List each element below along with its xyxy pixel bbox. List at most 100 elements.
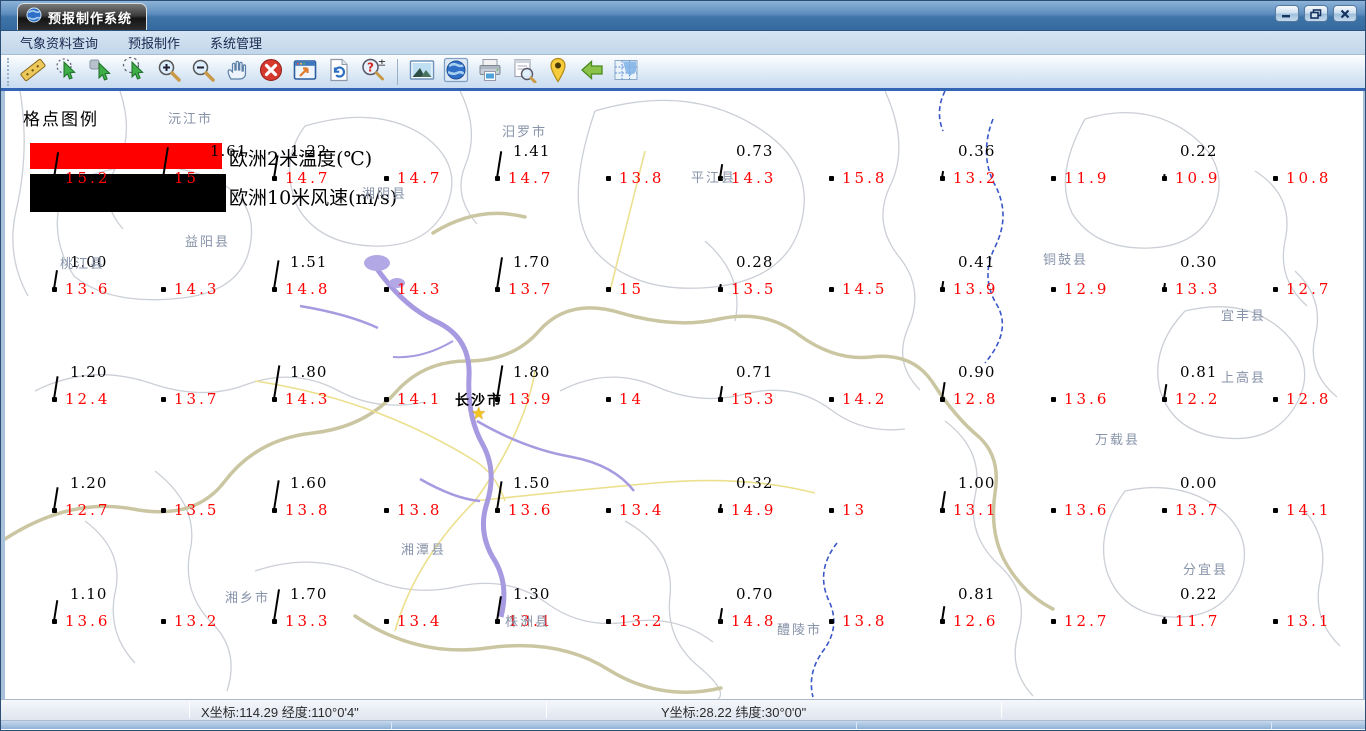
- point-temperature-value: 10.9: [1175, 169, 1221, 187]
- point-wind-value: 1.10: [70, 585, 108, 603]
- point-temperature-value: 12.7: [65, 501, 111, 519]
- toolbar-refresh-page-button[interactable]: [323, 56, 355, 88]
- app-title: 预报制作系统: [48, 10, 133, 26]
- edge-tick: [391, 722, 392, 729]
- point-temperature-value: 13.4: [619, 501, 665, 519]
- point-temperature-value: 11.9: [1064, 169, 1110, 187]
- point-temperature-value: 12.7: [1286, 280, 1332, 298]
- measure-ruler-icon: [20, 57, 46, 86]
- minimize-button[interactable]: [1275, 5, 1299, 22]
- toolbar-locate-pin-button[interactable]: [542, 56, 574, 88]
- toolbar-print-preview-button[interactable]: [508, 56, 540, 88]
- menu-item-预报制作[interactable]: 预报制作: [113, 31, 195, 54]
- point-temperature-value: 13.1: [1286, 612, 1332, 630]
- point-temperature-value: 13.8: [619, 169, 665, 187]
- toolbar-export-image-button[interactable]: [406, 56, 438, 88]
- point-wind-value: 1.80: [290, 363, 328, 381]
- point-dot-icon: [161, 508, 166, 513]
- point-dot-icon: [384, 508, 389, 513]
- city-label-上高县: 上高县: [1221, 371, 1267, 386]
- city-label-益阳县: 益阳县: [185, 235, 231, 250]
- map-area[interactable]: 格点图例 欧洲2米温度(℃) 欧洲10米风速(m/s) 15.2 15 1.61 14.…: [1, 91, 1365, 699]
- select-feature-icon: [54, 57, 80, 86]
- point-wind-value: 1.20: [70, 363, 108, 381]
- identify-help-icon: ? ±: [360, 57, 386, 86]
- status-divider: [1001, 702, 1002, 718]
- point-dot-icon: [606, 397, 611, 402]
- point-temperature-value: 13.9: [508, 390, 554, 408]
- status-divider: [189, 702, 190, 718]
- point-temperature-value: 13.5: [731, 280, 777, 298]
- city-label-宜丰县: 宜丰县: [1221, 309, 1267, 324]
- status-x-coordinate: X坐标:114.29 经度:110°0'4": [201, 705, 359, 720]
- point-temperature-value: 13.3: [1175, 280, 1221, 298]
- toolbar-print-button[interactable]: [474, 56, 506, 88]
- toolbar-zoom-out-button[interactable]: [187, 56, 219, 88]
- point-dot-icon: [1273, 287, 1278, 292]
- menu-item-气象资料查询[interactable]: 气象资料查询: [5, 31, 113, 54]
- city-label-醴陵市: 醴陵市: [777, 623, 823, 638]
- point-dot-icon: [384, 397, 389, 402]
- point-temperature-value: 13.2: [174, 612, 220, 630]
- app-title-tab: 预报制作系统: [17, 3, 148, 30]
- restore-icon: [1310, 8, 1322, 19]
- point-dot-icon: [606, 619, 611, 624]
- point-dot-icon: [161, 397, 166, 402]
- point-wind-value: 1.51: [290, 253, 328, 271]
- restore-button[interactable]: [1304, 5, 1328, 22]
- point-dot-icon: [1051, 397, 1056, 402]
- toolbar-stop-button[interactable]: [255, 56, 287, 88]
- point-temperature-value: 13.7: [174, 390, 220, 408]
- print-icon: [477, 57, 503, 86]
- toolbar-globe-view-button[interactable]: [440, 56, 472, 88]
- point-temperature-value: 13.8: [285, 501, 331, 519]
- point-temperature-value: 13.6: [508, 501, 554, 519]
- point-temperature-value: 13.2: [953, 169, 999, 187]
- point-dot-icon: [829, 287, 834, 292]
- point-temperature-value: 13.5: [174, 501, 220, 519]
- toolbar-select-circle-button[interactable]: [119, 56, 151, 88]
- point-temperature-value: 12.4: [65, 390, 111, 408]
- toolbar-select-box-button[interactable]: [85, 56, 117, 88]
- app-globe-icon: [26, 7, 42, 28]
- point-wind-value: 0.32: [736, 474, 774, 492]
- toolbar-back-arrow-button[interactable]: [576, 56, 608, 88]
- point-wind-value: 0.22: [1180, 142, 1218, 160]
- toolbar-select-feature-button[interactable]: [51, 56, 83, 88]
- point-temperature-value: 15.2: [65, 169, 111, 187]
- point-wind-value: 0.30: [1180, 253, 1218, 271]
- city-star-icon: ★: [471, 404, 487, 423]
- point-wind-value: 0.90: [958, 363, 996, 381]
- point-temperature-value: 15: [174, 169, 200, 187]
- point-dot-icon: [1051, 287, 1056, 292]
- pan-hand-icon: [224, 57, 250, 86]
- point-dot-icon: [1051, 619, 1056, 624]
- point-dot-icon: [1162, 508, 1167, 513]
- close-icon: [1340, 9, 1350, 19]
- point-wind-value: 0.28: [736, 253, 774, 271]
- point-temperature-value: 14: [619, 390, 645, 408]
- toolbar-identify-help-button[interactable]: ? ±: [357, 56, 389, 88]
- svg-text:±: ±: [378, 58, 386, 69]
- point-temperature-value: 13.7: [1175, 501, 1221, 519]
- point-temperature-value: 14.3: [285, 390, 331, 408]
- point-wind-value: 1.50: [513, 474, 551, 492]
- city-label-湘潭县: 湘潭县: [401, 543, 447, 558]
- close-button[interactable]: [1333, 5, 1357, 22]
- city-label-湘乡市: 湘乡市: [225, 591, 271, 606]
- toolbar-separator: [397, 58, 398, 85]
- toolbar-zoom-in-button[interactable]: [153, 56, 185, 88]
- point-temperature-value: 13.6: [65, 280, 111, 298]
- point-wind-value: 1.70: [290, 585, 328, 603]
- toolbar-grid-select-button[interactable]: [610, 56, 642, 88]
- application-window: 预报制作系统 气象资料查询 预报制作 系统管理 ? ± 格点图例 欧洲2米温度(…: [0, 0, 1366, 731]
- menu-item-系统管理[interactable]: 系统管理: [195, 31, 277, 54]
- toolbar-pan-hand-button[interactable]: [221, 56, 253, 88]
- toolbar-measure-ruler-button[interactable]: [17, 56, 49, 88]
- point-temperature-value: 12.2: [1175, 390, 1221, 408]
- toolbar-full-extent-button[interactable]: [289, 56, 321, 88]
- city-label-铜鼓县: 铜鼓县: [1043, 253, 1089, 268]
- toolbar-grip-handle[interactable]: [7, 57, 12, 86]
- point-dot-icon: [161, 287, 166, 292]
- point-dot-icon: [829, 619, 834, 624]
